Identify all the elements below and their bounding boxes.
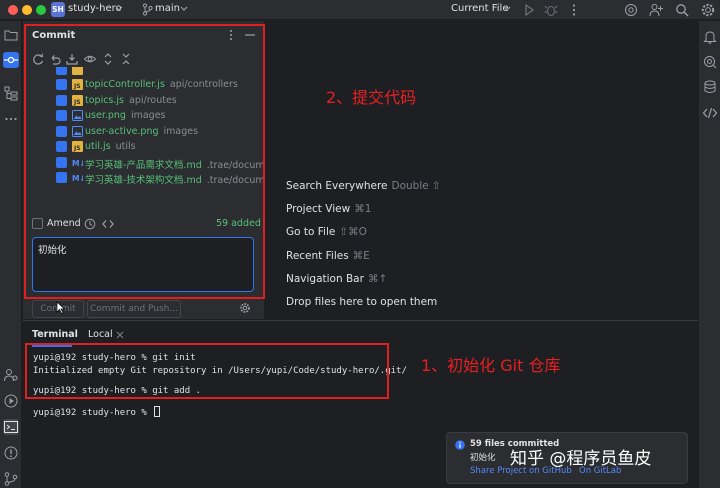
code-with-me-icon[interactable] [702, 105, 718, 121]
init-annotation-label: 1、初始化 Git 仓库 [421, 356, 561, 375]
welcome-navigation-bar: Navigation Bar ⌘↑ [286, 273, 388, 285]
zoom-window-button[interactable] [36, 5, 46, 15]
info-icon [455, 440, 465, 450]
notification-body: 初始化 [470, 453, 496, 463]
run-tool-icon[interactable] [3, 393, 19, 409]
folder-icon[interactable] [3, 27, 19, 43]
ai-chat-icon[interactable] [702, 54, 718, 70]
tab-local[interactable]: Local [88, 329, 113, 340]
ai-assistant-icon[interactable] [623, 2, 639, 18]
close-window-button[interactable] [8, 5, 18, 15]
run-configuration-selector[interactable]: Current File [451, 3, 508, 14]
services-icon[interactable] [3, 367, 19, 383]
project-name[interactable]: study-hero [68, 3, 122, 14]
welcome-search-everywhere: Search Everywhere Double ⇧ [286, 180, 441, 192]
chevron-down-icon[interactable] [503, 4, 511, 14]
git-branch-icon [142, 3, 153, 16]
commit-annotation-box [24, 24, 265, 299]
version-control-icon[interactable] [3, 471, 19, 487]
terminal-icon[interactable] [3, 419, 19, 435]
notifications-bell-icon[interactable] [702, 29, 718, 45]
terminal-cursor [154, 406, 161, 417]
watermark: 知乎 @程序员鱼皮 [510, 449, 652, 469]
search-icon[interactable] [674, 2, 690, 18]
init-annotation-box [25, 343, 389, 399]
left-tool-strip [0, 21, 22, 488]
close-tab-icon[interactable] [116, 331, 124, 339]
debug-icon[interactable] [543, 2, 559, 18]
structure-icon[interactable] [3, 85, 19, 101]
minimize-window-button[interactable] [22, 5, 32, 15]
welcome-drop-files: Drop files here to open them [286, 296, 438, 308]
title-bar: SH study-hero main Current File [0, 0, 720, 20]
welcome-project-view: Project View ⌘1 [286, 203, 372, 215]
tab-terminal[interactable]: Terminal [32, 329, 78, 340]
mouse-cursor-icon [56, 301, 66, 314]
chevron-down-icon[interactable] [180, 4, 188, 14]
commit-and-push-button[interactable]: Commit and Push... [87, 300, 181, 318]
welcome-go-to-file: Go to File ⇧⌘O [286, 226, 367, 238]
welcome-recent-files: Recent Files ⌘E [286, 250, 370, 262]
settings-gear-icon[interactable] [700, 2, 716, 18]
commit-icon[interactable] [3, 52, 19, 68]
more-tools-icon[interactable] [3, 111, 19, 127]
commit-annotation-label: 2、提交代码 [326, 88, 417, 107]
add-user-icon[interactable] [648, 2, 664, 18]
more-actions-icon[interactable] [566, 2, 582, 18]
chevron-down-icon[interactable] [115, 4, 123, 14]
database-icon[interactable] [702, 79, 718, 95]
right-tool-strip [698, 21, 720, 488]
run-icon[interactable] [521, 2, 537, 18]
terminal-prompt-line[interactable]: yupi@192 study-hero % [33, 406, 161, 418]
commit-options-gear-icon[interactable] [239, 302, 251, 314]
problems-icon[interactable] [3, 445, 19, 461]
project-badge[interactable]: SH [51, 2, 65, 17]
branch-selector[interactable]: main [155, 3, 180, 14]
